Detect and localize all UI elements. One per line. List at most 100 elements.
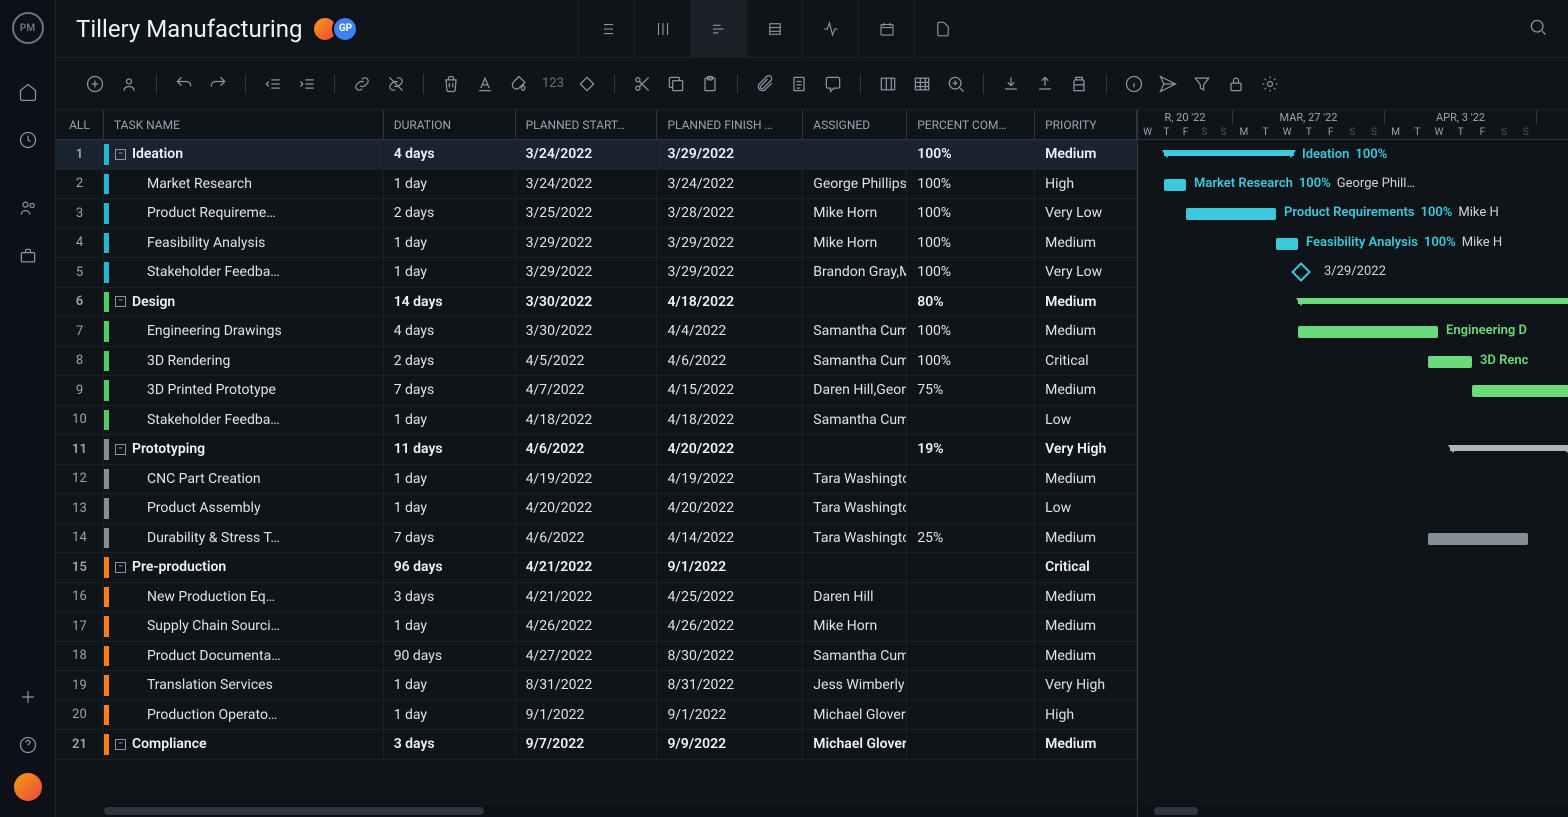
task-row[interactable]: 19 Translation Services 1 day 8/31/2022 … bbox=[56, 671, 1137, 701]
gantt-row[interactable] bbox=[1138, 406, 1568, 436]
percent-cell[interactable]: 100% bbox=[907, 317, 1035, 346]
assigned-cell[interactable] bbox=[803, 140, 907, 169]
finish-cell[interactable]: 4/26/2022 bbox=[657, 612, 803, 641]
zoom-icon[interactable] bbox=[941, 69, 971, 99]
finish-cell[interactable]: 3/29/2022 bbox=[657, 140, 803, 169]
finish-cell[interactable]: 4/20/2022 bbox=[657, 435, 803, 464]
export-icon[interactable] bbox=[1030, 69, 1060, 99]
start-cell[interactable]: 9/1/2022 bbox=[516, 701, 658, 730]
assigned-cell[interactable]: Tara Washingto bbox=[803, 524, 907, 553]
start-cell[interactable]: 4/18/2022 bbox=[516, 406, 658, 435]
percent-cell[interactable] bbox=[907, 612, 1035, 641]
assign-icon[interactable] bbox=[114, 69, 144, 99]
duration-cell[interactable]: 90 days bbox=[384, 642, 516, 671]
duration-cell[interactable]: 1 day bbox=[384, 465, 516, 494]
finish-cell[interactable]: 3/29/2022 bbox=[657, 258, 803, 287]
grid-body[interactable]: 1 −Ideation 4 days 3/24/2022 3/29/2022 1… bbox=[56, 140, 1137, 805]
finish-cell[interactable]: 8/30/2022 bbox=[657, 642, 803, 671]
start-cell[interactable]: 3/25/2022 bbox=[516, 199, 658, 228]
priority-cell[interactable]: Very Low bbox=[1035, 258, 1137, 287]
gantt-task-bar[interactable]: Product Requirements100%Mike H bbox=[1186, 208, 1276, 220]
assigned-cell[interactable]: Michael Glover bbox=[803, 730, 907, 759]
task-row[interactable]: 2 Market Research 1 day 3/24/2022 3/24/2… bbox=[56, 170, 1137, 200]
duration-cell[interactable]: 2 days bbox=[384, 347, 516, 376]
assigned-cell[interactable]: Tara Washingto bbox=[803, 465, 907, 494]
import-icon[interactable] bbox=[996, 69, 1026, 99]
priority-cell[interactable]: Medium bbox=[1035, 376, 1137, 405]
gantt-row[interactable] bbox=[1138, 642, 1568, 672]
gantt-row[interactable] bbox=[1138, 465, 1568, 495]
finish-cell[interactable]: 4/18/2022 bbox=[657, 288, 803, 317]
finish-cell[interactable]: 9/1/2022 bbox=[657, 553, 803, 582]
task-row[interactable]: 15 −Pre-production 96 days 4/21/2022 9/1… bbox=[56, 553, 1137, 583]
assigned-cell[interactable]: Jess Wimberly bbox=[803, 671, 907, 700]
assigned-cell[interactable]: Tara Washingto bbox=[803, 494, 907, 523]
percent-cell[interactable]: 100% bbox=[907, 199, 1035, 228]
assigned-cell[interactable]: Samantha Cum bbox=[803, 347, 907, 376]
finish-cell[interactable]: 3/28/2022 bbox=[657, 199, 803, 228]
duration-cell[interactable]: 1 day bbox=[384, 612, 516, 641]
gantt-milestone[interactable] bbox=[1291, 262, 1311, 282]
task-name-cell[interactable]: 3D Rendering bbox=[104, 347, 384, 376]
add-icon[interactable] bbox=[8, 677, 48, 717]
priority-cell[interactable]: Medium bbox=[1035, 140, 1137, 169]
duration-cell[interactable]: 96 days bbox=[384, 553, 516, 582]
task-row[interactable]: 6 −Design 14 days 3/30/2022 4/18/2022 80… bbox=[56, 288, 1137, 318]
task-name-cell[interactable]: Stakeholder Feedba… bbox=[104, 406, 384, 435]
assigned-cell[interactable]: Mike Horn bbox=[803, 612, 907, 641]
duration-cell[interactable]: 11 days bbox=[384, 435, 516, 464]
fill-color-icon[interactable] bbox=[504, 69, 534, 99]
col-header-priority[interactable]: PRIORITY bbox=[1035, 110, 1137, 139]
columns-icon[interactable] bbox=[873, 69, 903, 99]
col-header-finish[interactable]: PLANNED FINISH … bbox=[657, 110, 803, 139]
gantt-row[interactable]: Feasibility Analysis100%Mike H bbox=[1138, 229, 1568, 259]
assigned-cell[interactable]: Daren Hill,Geor bbox=[803, 376, 907, 405]
app-logo[interactable]: PM bbox=[12, 12, 44, 44]
gantt-row[interactable] bbox=[1138, 288, 1568, 318]
duration-cell[interactable]: 1 day bbox=[384, 494, 516, 523]
priority-cell[interactable]: Very Low bbox=[1035, 199, 1137, 228]
duration-cell[interactable]: 7 days bbox=[384, 524, 516, 553]
recent-icon[interactable] bbox=[8, 120, 48, 160]
send-icon[interactable] bbox=[1153, 69, 1183, 99]
task-name-cell[interactable]: Production Operato… bbox=[104, 701, 384, 730]
gantt-task-bar[interactable] bbox=[1472, 385, 1568, 397]
gantt-row[interactable] bbox=[1138, 553, 1568, 583]
gantt-summary-bar[interactable] bbox=[1450, 445, 1568, 451]
percent-cell[interactable]: 75% bbox=[907, 376, 1035, 405]
start-cell[interactable]: 9/7/2022 bbox=[516, 730, 658, 759]
task-row[interactable]: 18 Product Documenta… 90 days 4/27/2022 … bbox=[56, 642, 1137, 672]
list-view-tab[interactable] bbox=[578, 0, 634, 58]
percent-cell[interactable] bbox=[907, 406, 1035, 435]
col-header-duration[interactable]: DURATION bbox=[384, 110, 516, 139]
search-icon[interactable] bbox=[1528, 17, 1548, 41]
home-icon[interactable] bbox=[8, 72, 48, 112]
task-name-cell[interactable]: New Production Eq… bbox=[104, 583, 384, 612]
task-name-cell[interactable]: −Compliance bbox=[104, 730, 384, 759]
gantt-row[interactable]: Product Requirements100%Mike H bbox=[1138, 199, 1568, 229]
percent-cell[interactable]: 19% bbox=[907, 435, 1035, 464]
assigned-cell[interactable]: Samantha Cum bbox=[803, 642, 907, 671]
unlink-icon[interactable] bbox=[381, 69, 411, 99]
priority-cell[interactable]: Medium bbox=[1035, 229, 1137, 258]
priority-cell[interactable]: Medium bbox=[1035, 317, 1137, 346]
priority-cell[interactable]: Critical bbox=[1035, 347, 1137, 376]
gantt-row[interactable] bbox=[1138, 435, 1568, 465]
gantt-task-bar[interactable] bbox=[1428, 533, 1528, 545]
avatar[interactable]: GP bbox=[332, 16, 358, 42]
team-icon[interactable] bbox=[8, 188, 48, 228]
gantt-row[interactable] bbox=[1138, 701, 1568, 731]
task-name-cell[interactable]: Product Documenta… bbox=[104, 642, 384, 671]
finish-cell[interactable]: 4/20/2022 bbox=[657, 494, 803, 523]
task-row[interactable]: 17 Supply Chain Sourci… 1 day 4/26/2022 … bbox=[56, 612, 1137, 642]
start-cell[interactable]: 8/31/2022 bbox=[516, 671, 658, 700]
task-name-cell[interactable]: Feasibility Analysis bbox=[104, 229, 384, 258]
attachment-icon[interactable] bbox=[750, 69, 780, 99]
start-cell[interactable]: 4/19/2022 bbox=[516, 465, 658, 494]
help-icon[interactable] bbox=[8, 725, 48, 765]
delete-icon[interactable] bbox=[436, 69, 466, 99]
gantt-row[interactable]: 3D Renc bbox=[1138, 347, 1568, 377]
finish-cell[interactable]: 4/19/2022 bbox=[657, 465, 803, 494]
task-row[interactable]: 7 Engineering Drawings 4 days 3/30/2022 … bbox=[56, 317, 1137, 347]
gantt-row[interactable]: 3/29/2022 bbox=[1138, 258, 1568, 288]
